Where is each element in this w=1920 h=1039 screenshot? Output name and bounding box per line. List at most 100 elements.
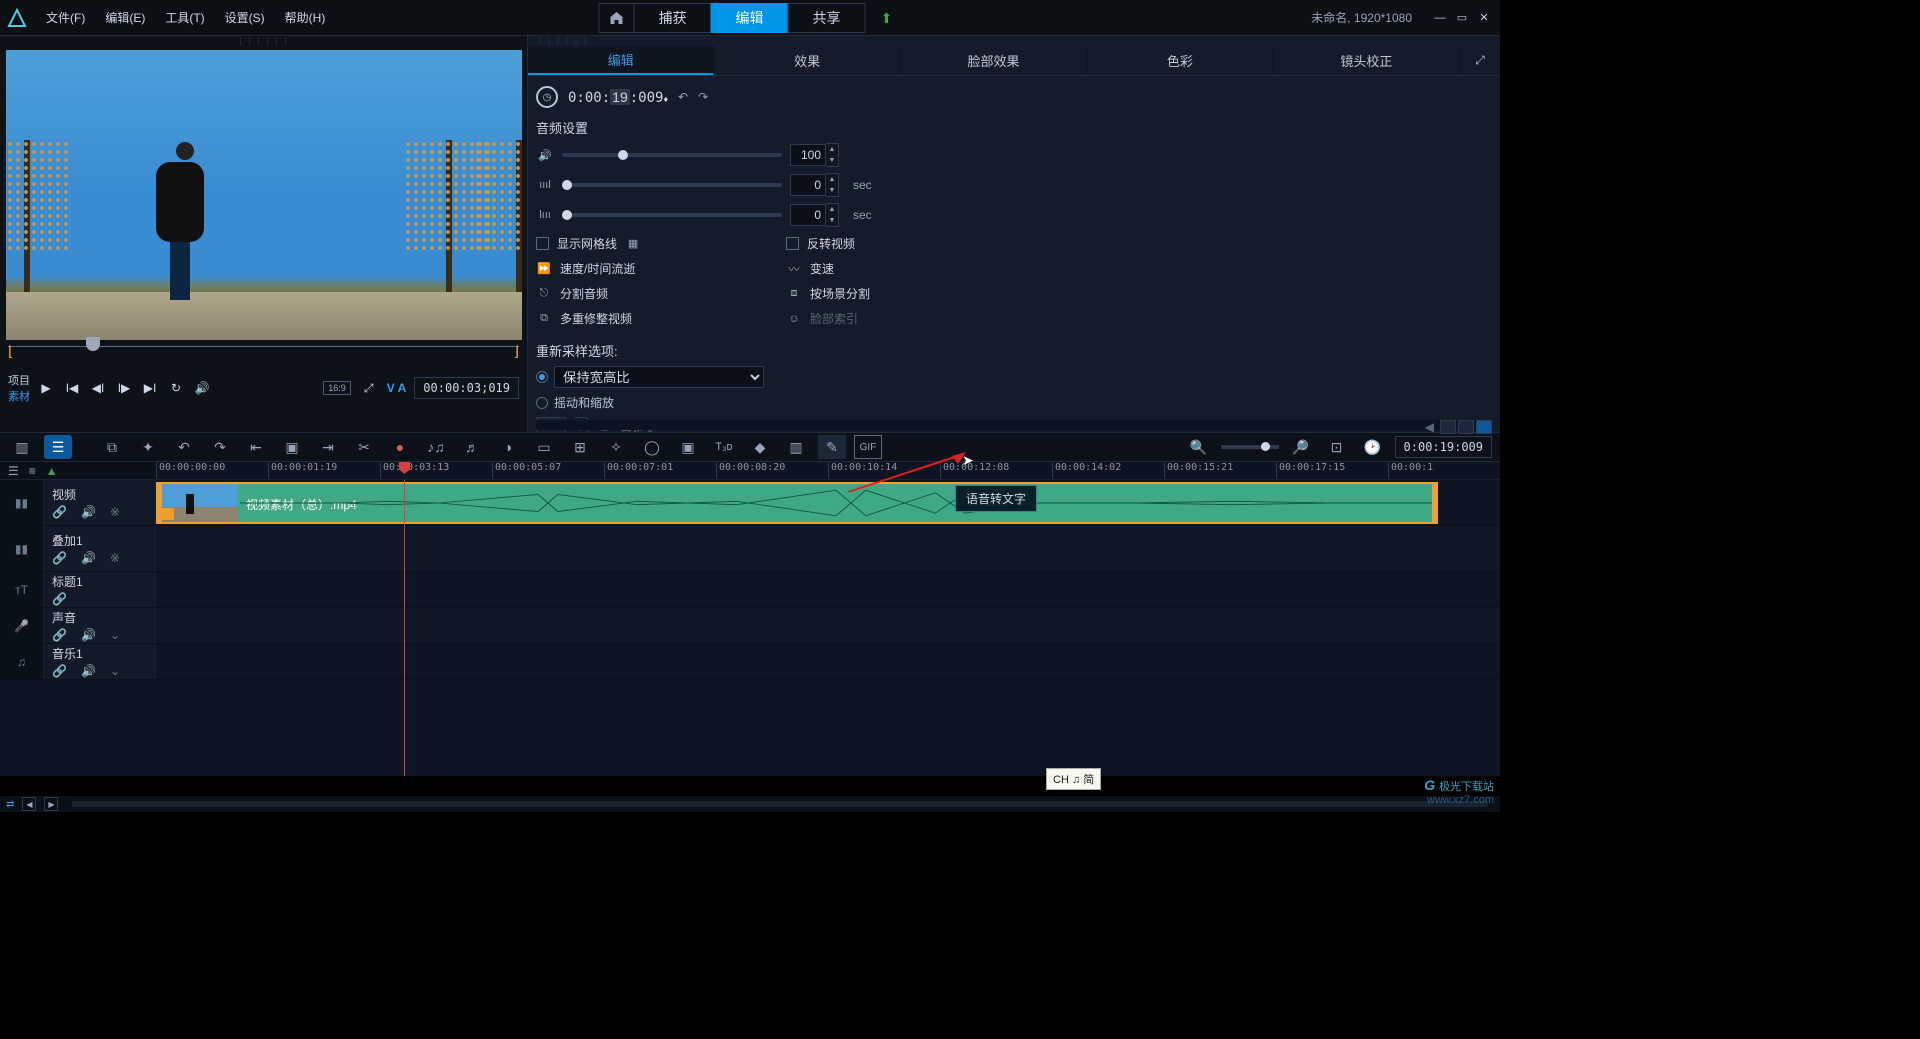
track-body[interactable] [156,572,1500,607]
zoom-out-icon[interactable]: 🔍 [1185,435,1213,459]
fadein-input[interactable] [790,174,826,196]
drag-handle[interactable]: ⋮⋮⋮⋮⋮⋮ [528,36,1500,46]
speed-time-button[interactable]: ⏩速度/时间流逝 [536,260,786,277]
mixer-icon[interactable]: ♪♫ [422,435,450,459]
rotate-cw-icon[interactable]: ↷ [698,90,708,104]
menu-tools[interactable]: 工具(T) [157,5,212,30]
volume-icon[interactable]: 🔊 [192,378,212,398]
menu-file[interactable]: 文件(F) [38,5,93,30]
fx-icon[interactable]: ✦ [134,435,162,459]
goto-end-button[interactable]: ▶I [140,378,160,398]
minimize-button[interactable]: — [1430,9,1450,27]
track-title-head-icon[interactable]: ᴛT [0,572,44,607]
painting-icon[interactable]: ◆ [746,435,774,459]
track-mute-icon[interactable]: 🔊 [81,551,96,565]
goto-start-button[interactable]: I◀ [62,378,82,398]
play-button[interactable]: ▶ [36,378,56,398]
zoom-slider[interactable] [1221,445,1279,449]
playhead[interactable] [404,480,405,776]
track-body[interactable] [156,644,1500,679]
resize-icon[interactable]: ⤢ [359,378,379,398]
scroll-right[interactable]: ▶ [44,797,58,811]
fadeout-slider[interactable] [562,213,782,217]
video-clip[interactable]: 视频素材（总）.mp4 [156,482,1438,524]
show-grid-checkbox[interactable]: 显示网格线▦ [536,235,786,252]
volume-slider[interactable] [562,153,782,157]
track-motion-icon[interactable]: ◯ [638,435,666,459]
track-link-icon[interactable]: 🔗 [52,628,67,642]
track-video-head-icon[interactable]: ▮▮ [0,480,44,525]
track-fx-icon[interactable]: ※ [110,551,120,565]
spin-up[interactable]: ▲ [826,174,838,185]
split-audio-button[interactable]: ⎋分割音频 [536,285,786,302]
chapter-point-icon[interactable]: ⊞ [566,435,594,459]
gif-icon[interactable]: GIF [854,435,882,459]
expand-tabs-icon[interactable]: ⤢ [1460,46,1500,75]
mask-icon[interactable]: ▣ [674,435,702,459]
view-mode-3[interactable] [1476,420,1492,434]
menu-settings[interactable]: 设置(S) [217,5,273,30]
screen-rec-icon[interactable]: ▥ [782,435,810,459]
storyboard-view-icon[interactable]: ▥ [8,435,36,459]
track-overlay-head-icon[interactable]: ▮▮ [0,526,44,571]
multi-trim-button[interactable]: ⧉多重修整视频 [536,310,786,327]
scroll-left-icon[interactable]: ◀ [1425,420,1434,430]
keep-aspect-select[interactable]: 保持宽高比 [554,366,764,388]
variable-speed-button[interactable]: 〰变速 [786,260,1036,277]
track-music-head-icon[interactable]: ♫ [0,644,44,679]
crop-icon[interactable]: ▣ [278,435,306,459]
tab-face-effects[interactable]: 脸部效果 [901,46,1087,75]
trim-out-icon[interactable]: ⇥ [314,435,342,459]
aspect-ratio[interactable]: 16:9 [323,381,351,395]
fit-project-icon[interactable]: ⊡ [1323,435,1351,459]
chapter-icon[interactable]: ◑ [494,435,522,459]
scrub-bar[interactable]: ⌊ ⌋ [ ] ✀ ⧉ [8,346,519,368]
close-button[interactable]: ✕ [1474,9,1494,27]
track-expand-icon[interactable]: ⌄ [110,628,120,642]
menu-edit[interactable]: 编辑(E) [97,5,153,30]
undo-icon[interactable]: ↶ [170,435,198,459]
keep-aspect-radio[interactable]: 保持宽高比 [536,366,1492,388]
track-expand-icon[interactable]: ⌄ [110,664,120,678]
3d-title-icon[interactable]: T₃ᴅ [710,435,738,459]
track-mute-icon[interactable]: 🔊 [81,628,96,642]
fadein-slider[interactable] [562,183,782,187]
track-link-icon[interactable]: 🔗 [52,592,67,606]
record-icon[interactable]: ● [386,435,414,459]
spin-down[interactable]: ▼ [826,185,838,196]
spin-down[interactable]: ▼ [826,215,838,226]
track-body[interactable] [156,608,1500,643]
track-menu-icon[interactable]: ☰ [8,464,19,478]
timeline-timecode[interactable]: 0:00:19:009 [1395,436,1492,458]
scroll-left[interactable]: ◀ [22,797,36,811]
fadeout-input[interactable] [790,204,826,226]
next-frame-button[interactable]: I▶ [114,378,134,398]
track-voice-head-icon[interactable]: 🎤 [0,608,44,643]
spin-up[interactable]: ▲ [826,204,838,215]
panzoom-radio[interactable]: 摇动和缩放 [536,394,1492,411]
speech-to-text-icon[interactable]: ✎ [818,435,846,459]
auto-music-icon[interactable]: ♬ [458,435,486,459]
subtitle-icon[interactable]: ▭ [530,435,558,459]
tab-color[interactable]: 色彩 [1087,46,1273,75]
va-toggle[interactable]: V A [387,381,407,395]
proj-duration-icon[interactable]: 🕑 [1359,435,1387,459]
mode-home[interactable] [599,3,635,33]
scroll-sync-icon[interactable]: ⇄ [6,799,14,810]
timeline-ruler[interactable]: ☰ ≡ ▲ 00:00:00:0000:00:01:1900:00:03:130… [0,462,1500,480]
spin-up[interactable]: ▲ [826,144,838,155]
zoom-in-icon[interactable]: 🔎 [1287,435,1315,459]
redo-icon[interactable]: ↷ [206,435,234,459]
timeline-h-scrollbar[interactable]: ⇄ ◀ ▶ [0,796,1500,812]
tab-effects[interactable]: 效果 [714,46,900,75]
maximize-button[interactable]: ▭ [1452,9,1472,27]
track-empty-area[interactable] [0,680,1500,776]
track-mute-icon[interactable]: 🔊 [81,664,96,678]
upload-icon[interactable]: ⬆ [872,10,902,27]
preview-timecode[interactable]: 00:00:03;019 [414,377,519,399]
menu-help[interactable]: 帮助(H) [277,5,334,30]
clip-duration[interactable]: 0:00:19:009♦ [568,89,668,106]
scrub-marker[interactable] [86,337,100,351]
mode-share[interactable]: 共享 [788,3,866,33]
motion-icon[interactable]: ✧ [602,435,630,459]
